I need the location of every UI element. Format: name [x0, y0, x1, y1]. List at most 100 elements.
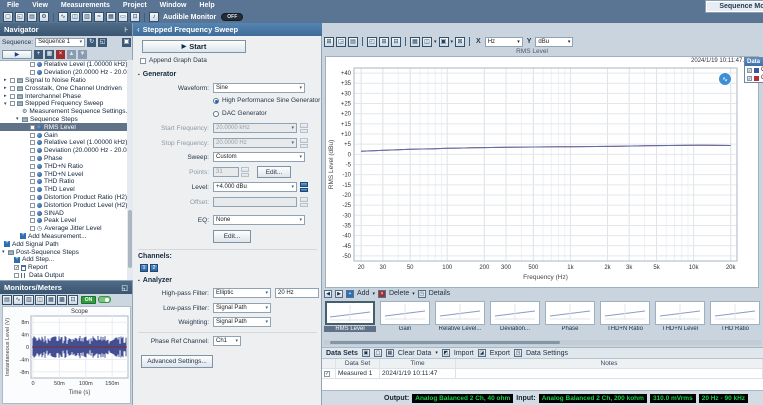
recorder-icon[interactable]: ▦: [106, 12, 116, 22]
legend-checkbox[interactable]: ✓: [747, 76, 752, 81]
settings-icon[interactable]: ⊡: [130, 12, 140, 22]
tree-item-checkbox[interactable]: [30, 133, 35, 138]
graph-thumbnail[interactable]: Relative Level...: [434, 300, 486, 332]
next-icon[interactable]: ▶: [335, 290, 343, 298]
tree-item-checkbox[interactable]: [30, 211, 35, 216]
tree-item-checkbox[interactable]: [30, 179, 35, 184]
signal-monitors-icon[interactable]: ∿: [58, 12, 68, 22]
keyboard-icon[interactable]: ▭: [118, 12, 128, 22]
tile-icon[interactable]: ⊞: [379, 37, 389, 47]
start-button[interactable]: ▶Start: [142, 40, 246, 53]
copy-graph-icon[interactable]: ▤: [348, 37, 358, 47]
tree-item-checkbox[interactable]: [30, 62, 35, 67]
column-header-time[interactable]: Time: [380, 359, 456, 368]
input-config-badge[interactable]: Analog Balanced 2 Ch, 200 kohm: [539, 394, 647, 403]
start-frequency-stepper[interactable]: [300, 123, 308, 133]
tree-item-checkbox[interactable]: [30, 218, 35, 223]
y-axis-unit-select[interactable]: dBu▾: [535, 37, 573, 47]
tree-item[interactable]: ▸Interchannel Phase: [0, 92, 127, 100]
hpf-frequency-field[interactable]: 20 Hz: [275, 288, 319, 298]
tree-item[interactable]: Peak Level: [0, 217, 127, 225]
refresh-sequence-icon[interactable]: ↻: [87, 38, 96, 47]
tree-item[interactable]: +Add Measurement...: [0, 233, 127, 241]
settings-icon[interactable]: ⊡: [68, 295, 78, 305]
data-settings-button[interactable]: Data Settings: [526, 350, 568, 357]
add-graph-button[interactable]: Add: [357, 290, 369, 297]
scope-monitor-icon[interactable]: ◫: [70, 12, 80, 22]
audible-monitor-toggle[interactable]: OFF: [221, 13, 243, 21]
graph-thumbnail[interactable]: THD+N Level: [654, 300, 706, 332]
tree-item-checkbox[interactable]: [30, 195, 35, 200]
fit-icon[interactable]: ⊞: [324, 37, 334, 47]
details-button[interactable]: Details: [429, 290, 450, 297]
tree-item-checkbox[interactable]: [30, 148, 35, 153]
graph-thumbnail[interactable]: THD+N Ratio: [599, 300, 651, 332]
channel-1-button[interactable]: 1: [140, 264, 148, 272]
level-stepper[interactable]: [300, 182, 308, 192]
meters-icon[interactable]: ▥: [82, 12, 92, 22]
sequence-mode-button[interactable]: Sequence Mode: [706, 1, 763, 12]
tree-item[interactable]: Gain: [0, 131, 127, 139]
tree-item[interactable]: Deviation (20.0000 Hz - 20.0000 kHz): [0, 147, 127, 155]
menu-project[interactable]: Project: [123, 2, 147, 9]
x-axis-unit-select[interactable]: Hz▾: [485, 37, 523, 47]
points-field[interactable]: 31: [213, 167, 239, 177]
channel-2-button[interactable]: 2: [150, 264, 158, 272]
tree-item[interactable]: Distortion Product Ratio (H2): [0, 194, 127, 202]
analyzer-section[interactable]: ▪Analyzer: [138, 277, 172, 284]
menu-view[interactable]: View: [32, 2, 48, 9]
graph-thumbnail[interactable]: Phase: [544, 300, 596, 332]
menu-file[interactable]: File: [7, 2, 19, 9]
input-config-badge[interactable]: 20 Hz - 90 kHz: [699, 394, 748, 403]
clear-dropdown-icon[interactable]: ▾: [435, 350, 438, 356]
import-button[interactable]: Import: [454, 350, 474, 357]
delete-icon[interactable]: ×: [56, 50, 65, 59]
add-item-icon[interactable]: +: [34, 50, 43, 59]
tree-item-checkbox[interactable]: [30, 140, 35, 145]
tree-item[interactable]: ▾Sequence Steps: [0, 116, 127, 124]
level-field[interactable]: +4.000 dBu▾: [213, 182, 297, 192]
tree-item[interactable]: Deviation (20.0000 Hz - 20.0000 kHz): [0, 69, 127, 77]
tree-item[interactable]: ▾Post-Sequence Steps: [0, 248, 127, 256]
export-button[interactable]: Export: [490, 350, 510, 357]
offset-field[interactable]: [213, 197, 297, 207]
cursors-icon[interactable]: ◫: [422, 37, 432, 47]
back-icon[interactable]: ‹: [137, 25, 140, 34]
tree-item[interactable]: THD Level: [0, 186, 127, 194]
tree-item[interactable]: +Add Signal Path: [0, 240, 127, 248]
uncheck-all-icon[interactable]: ▢: [374, 349, 382, 357]
hp-sine-radio[interactable]: [213, 98, 219, 104]
tree-item[interactable]: THD Ratio: [0, 178, 127, 186]
menu-help[interactable]: Help: [199, 2, 214, 9]
sweep-select[interactable]: Custom▾: [213, 152, 305, 162]
delete-dropdown-icon[interactable]: ▾: [412, 291, 415, 297]
grid-icon[interactable]: ⊟: [391, 37, 401, 47]
waveform-select[interactable]: Sine▾: [213, 83, 305, 93]
dock-icon[interactable]: ⊦: [124, 26, 128, 34]
zoom-in-icon[interactable]: ◲: [336, 37, 346, 47]
tree-item-checkbox[interactable]: [30, 70, 35, 75]
points-stepper[interactable]: [241, 167, 249, 177]
phase-ref-select[interactable]: Ch1▾: [213, 336, 241, 346]
graph-thumbnail[interactable]: Deviation...: [489, 300, 541, 332]
fft-icon[interactable]: ▦: [46, 295, 56, 305]
monitors-list-icon[interactable]: ▤: [2, 295, 12, 305]
run-sequence-button[interactable]: ▶: [2, 50, 32, 59]
table-icon[interactable]: ▩: [57, 295, 67, 305]
scrollbar-thumb[interactable]: [128, 210, 132, 268]
tree-item-checkbox[interactable]: [30, 172, 35, 177]
meter-bars-icon[interactable]: ▥: [24, 295, 34, 305]
tree-item[interactable]: Data Output: [0, 272, 127, 280]
append-graph-checkbox[interactable]: [140, 58, 146, 64]
tree-item[interactable]: SINAD: [0, 209, 127, 217]
tree-item[interactable]: ▾Stepped Frequency Sweep: [0, 100, 127, 108]
lpf-select[interactable]: Signal Path▾: [213, 303, 271, 313]
monitors-on-toggle[interactable]: [98, 296, 111, 303]
monitors-on-badge[interactable]: ON: [81, 296, 96, 304]
tree-item[interactable]: ◷Average Jitter Level: [0, 225, 127, 233]
tree-item-checkbox[interactable]: [10, 78, 15, 83]
start-frequency-field[interactable]: 20.0000 kHz▾: [213, 123, 297, 133]
tree-item-checkbox[interactable]: [10, 86, 15, 91]
eq-edit-button[interactable]: Edit...: [213, 230, 251, 243]
expand-icon[interactable]: ◱: [121, 284, 128, 292]
